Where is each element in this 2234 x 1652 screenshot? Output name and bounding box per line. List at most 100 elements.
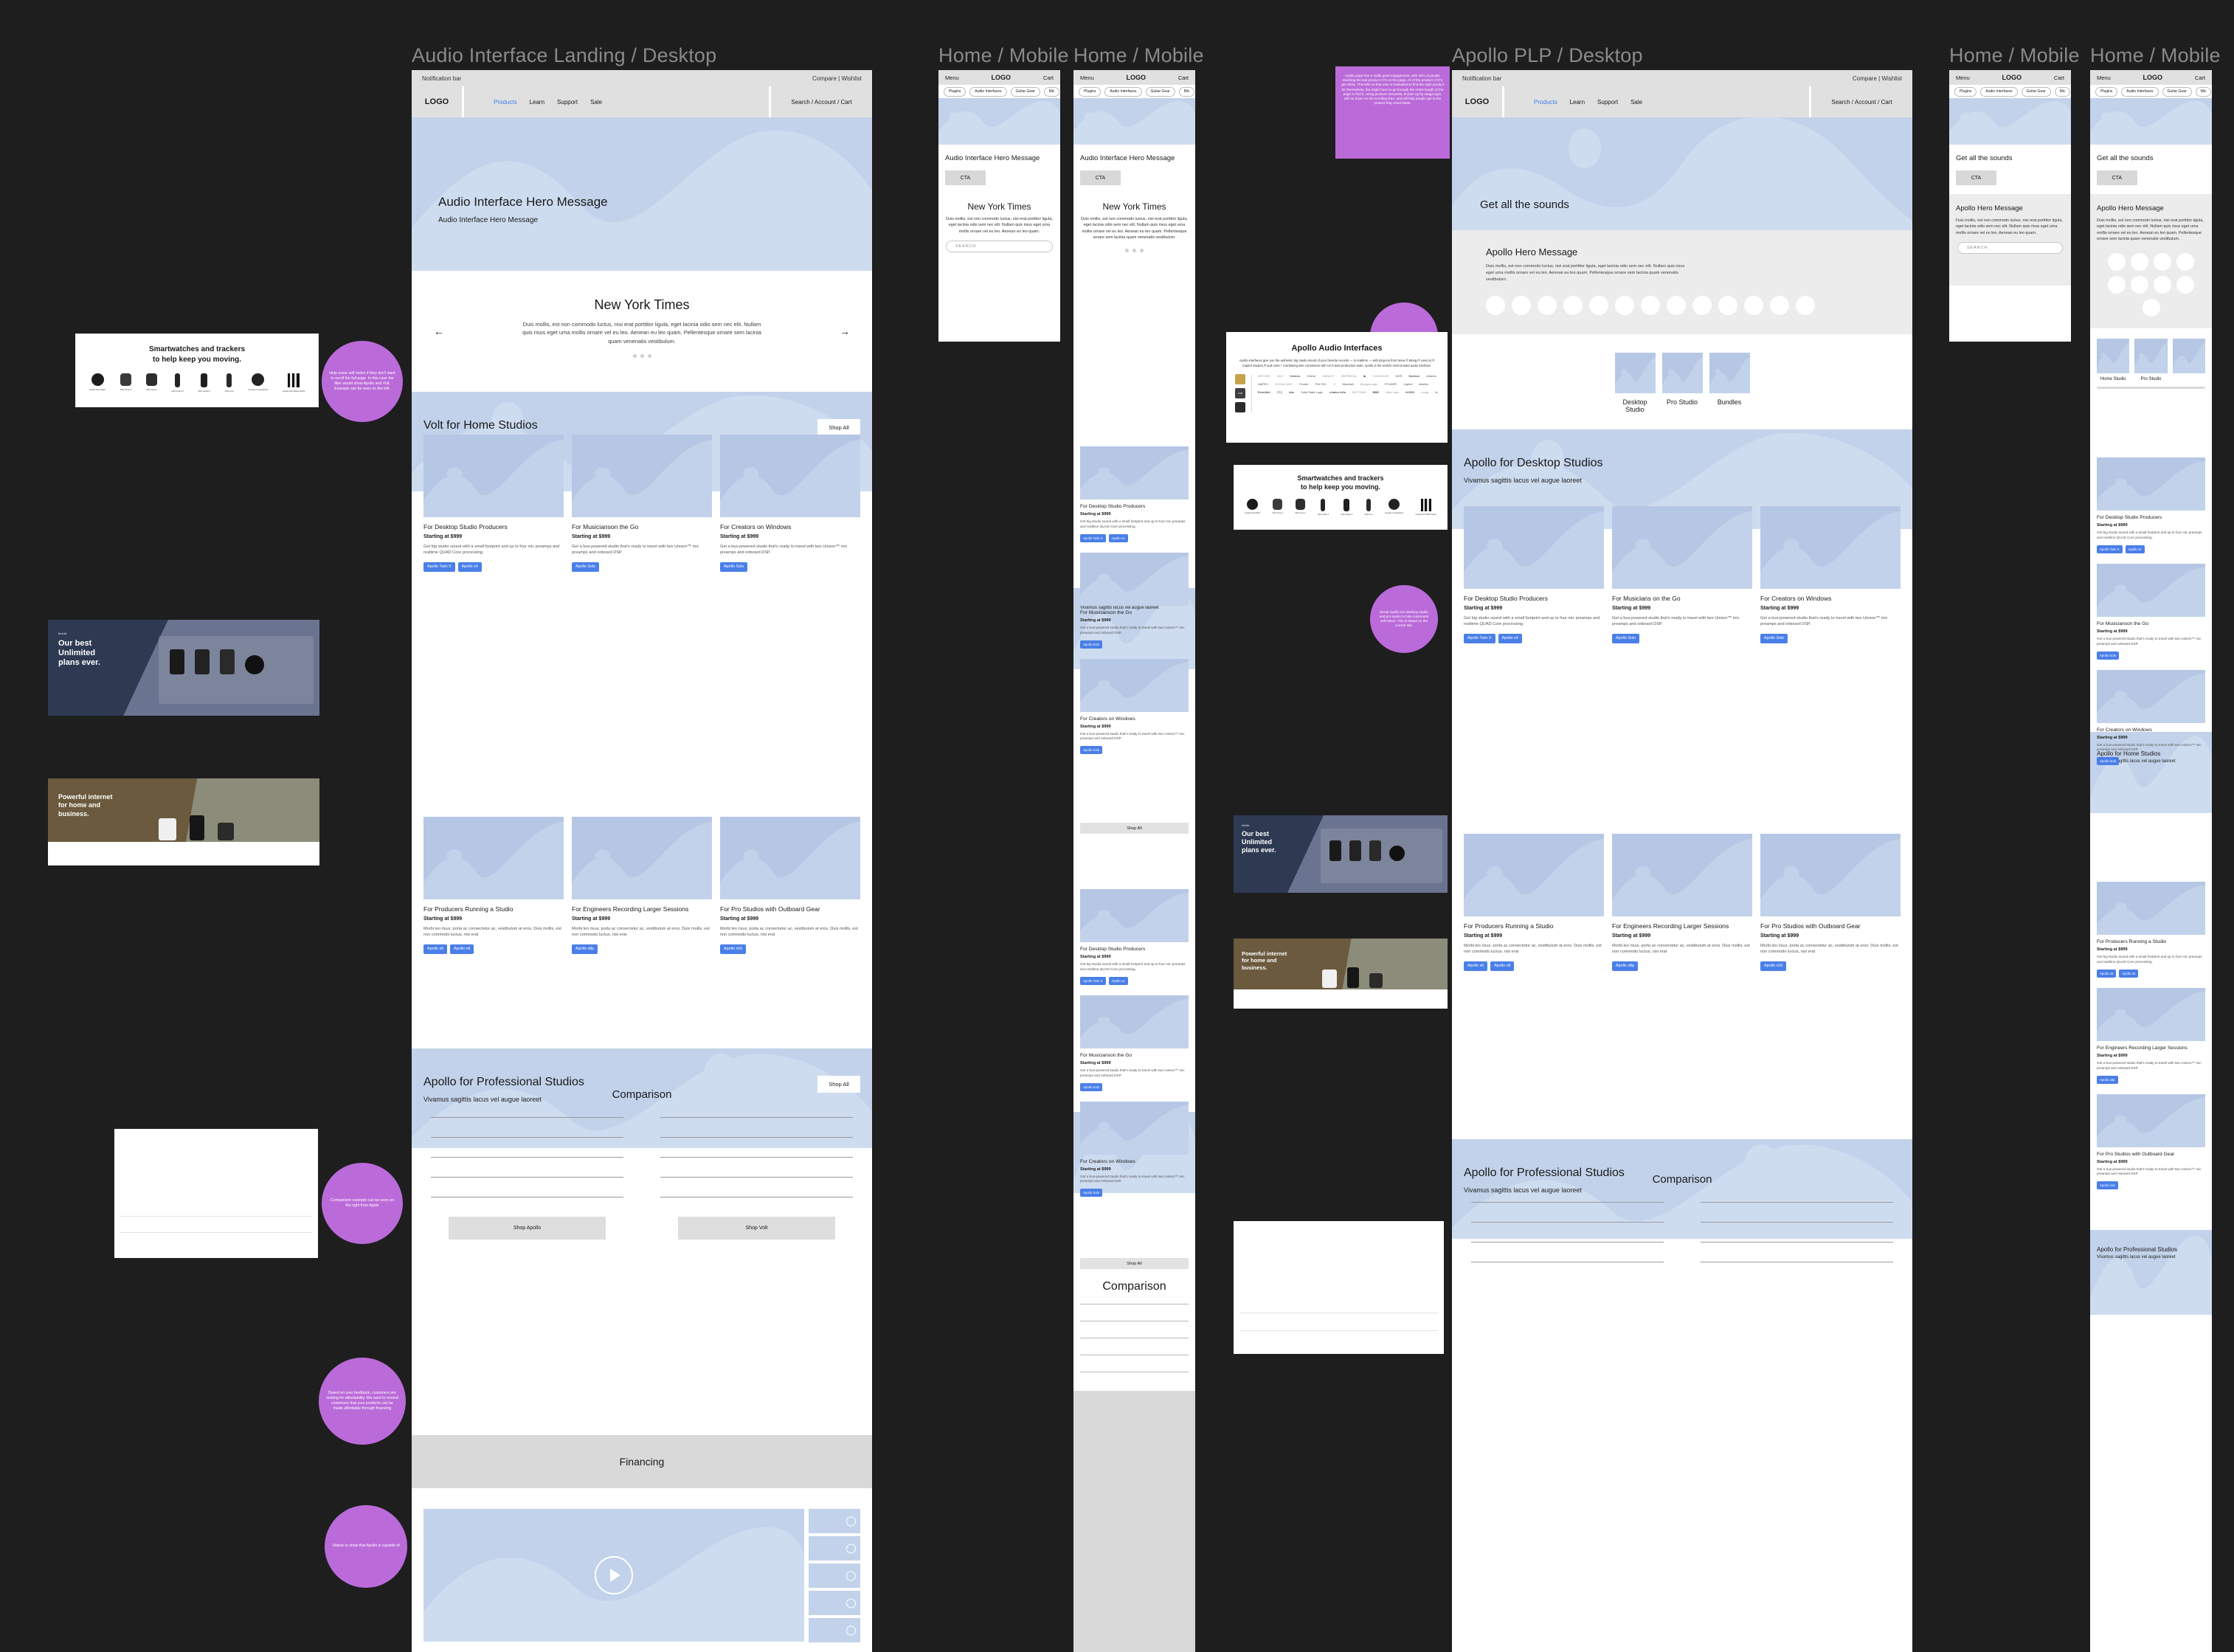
product-card[interactable]: For Creators on Windows Starting at $999 G… [720,435,860,572]
menu-button[interactable]: Menu [1080,75,1094,81]
tile-home-studio[interactable]: Home Studio [2097,338,2130,381]
product-card[interactable]: For Desktop Studio Producers Starting at … [1080,446,1189,542]
product-card[interactable]: For Desktop Studio Producers Starting at … [1080,889,1189,985]
nav-item-products[interactable]: Products [1534,99,1557,106]
product-card[interactable]: For Musicianson the Go Starting at $999 Ge… [1080,995,1189,1091]
product-card[interactable]: For Producers Running a Studio Starting a… [423,817,564,954]
nav-item-products[interactable]: Products [494,99,517,106]
product-pill-button[interactable]: Apollo Solo [1760,633,1788,643]
cart-button[interactable]: Cart [2054,75,2064,81]
nav-item-support[interactable]: Support [557,99,578,106]
logo[interactable]: LOGO [1127,74,1147,81]
category-chips[interactable]: Plugins Audio Interfaces Guitar Gear Mic [938,85,1060,98]
chip-mic[interactable]: Mic [2054,86,2071,97]
product-card[interactable]: For Desktop Studio Producers Starting at … [423,435,564,572]
chip-audio-interfaces[interactable]: Audio Interfaces [2121,86,2159,97]
product-pill-button[interactable]: Apollo x4 [1498,633,1522,643]
category-chips[interactable]: Plugins Audio Interfaces Guitar Gear Mic [2090,85,2212,98]
chip-guitar-gear[interactable]: Guitar Gear [2021,86,2051,97]
nav-item-support[interactable]: Support [1597,99,1618,106]
video-playlist[interactable] [809,1509,860,1645]
product-pill-button[interactable]: Apollo Solo [1080,746,1103,755]
product-card[interactable]: For Musicians on the Go Starting at $999 G… [1612,506,1752,643]
product-pill-button[interactable]: Apollo x4 [1108,976,1128,985]
cart-button[interactable]: Cart [2195,75,2205,81]
search-input[interactable]: SEARCH [946,241,1053,253]
video-thumbnail[interactable] [809,1563,860,1588]
product-pill-button[interactable]: Apollo x6 [1464,961,1488,971]
product-pill-button[interactable]: Apollo x16 [1760,961,1787,971]
compare-wishlist[interactable]: Compare | Wishlist [812,75,862,82]
product-pill-button[interactable]: Apollo Solo [2097,651,2120,660]
logo[interactable]: LOGO [2143,74,2163,81]
video-thumbnail[interactable] [809,1618,860,1642]
product-pill-button[interactable]: Apollo x4 [457,561,482,572]
product-pill-button[interactable]: Apollo x16 [2097,1181,2118,1190]
search-input[interactable]: SEARCH [1957,242,2063,255]
product-card[interactable]: For Creators on Windows Starting at $999 G… [2097,669,2205,766]
product-pill-button[interactable]: Apollo x4 [2125,545,2145,553]
product-pill-button[interactable]: Apollo x6 [423,944,448,954]
mobile-apollo-shop-all[interactable]: Shop All [1080,1258,1189,1269]
chip-plugins[interactable]: Plugins [2095,86,2118,97]
product-pill-button[interactable]: Apollo Solo [1080,1082,1103,1091]
mobile-cta-button[interactable]: CTA [945,170,986,185]
product-card[interactable]: For Engineers Recording Larger Sessions S… [1612,834,1752,971]
chip-guitar-gear[interactable]: Guitar Gear [2162,86,2192,97]
chip-plugins[interactable]: Plugins [1079,86,1102,97]
product-pill-button[interactable]: Apollo Solo [1080,1189,1103,1197]
product-pill-button[interactable]: Apollo x4 [1108,533,1128,542]
carousel-prev-arrow-icon[interactable]: ← [434,325,444,337]
logo[interactable]: LOGO [1452,86,1502,117]
product-pill-button[interactable]: Apollo x8p [1612,961,1639,971]
product-card[interactable]: For Creators on Windows Starting at $999 G… [1080,1101,1189,1197]
product-card[interactable]: For Musicianson the Go Starting at $999 Ge… [572,435,712,572]
product-card[interactable]: For Creators on Windows Starting at $999 G… [1080,658,1189,755]
shop-apollo-button[interactable]: Shop Apollo [449,1217,606,1240]
carousel-dots[interactable] [412,354,872,359]
mobile-cta-button[interactable]: CTA [1080,170,1121,185]
product-card[interactable]: For Desktop Studio Producers Starting at … [2097,457,2205,553]
product-card[interactable]: For Producers Running a Studio Starting a… [2097,882,2205,978]
product-card[interactable]: For Musicianson the Go Starting at $999 Ge… [1080,552,1189,649]
tile-pro-studio[interactable]: Pro Studio [2134,338,2168,381]
product-card[interactable]: For Pro Studios with Outboard Gear Starti… [1760,834,1901,971]
product-pill-button[interactable]: Apollo x8 [1490,961,1515,971]
product-pill-button[interactable]: Apollo x16 [720,944,747,954]
mobile-volt-shop-all[interactable]: Shop All [1080,823,1189,834]
chip-mic[interactable]: Mic [1178,86,1195,97]
product-pill-button[interactable]: Apollo Twin X [1080,976,1106,985]
video-thumbnail[interactable] [809,1509,860,1533]
product-pill-button[interactable]: Apollo Twin X [1080,533,1106,542]
mobile-cta-button[interactable]: CTA [1956,170,1996,185]
chip-guitar-gear[interactable]: Guitar Gear [1010,86,1040,97]
tile-desktop-studio[interactable]: Desktop Studio [1614,352,1656,413]
video-thumbnail[interactable] [809,1536,860,1561]
chip-audio-interfaces[interactable]: Audio Interfaces [1980,86,2018,97]
chip-mic[interactable]: Mic [1043,86,1060,97]
cart-button[interactable]: Cart [1178,75,1189,81]
product-pill-button[interactable]: Apollo x8 [450,944,474,954]
nav-item-sale[interactable]: Sale [590,99,602,106]
product-pill-button[interactable]: Apollo x8p [2097,1075,2118,1084]
nav-item-learn[interactable]: Learn [1570,99,1585,106]
cart-button[interactable]: Cart [1043,75,1054,81]
compare-wishlist[interactable]: Compare | Wishlist [1853,75,1902,82]
category-chips[interactable]: Plugins Audio Interfaces Guitar Gear Mic [1949,85,2071,98]
shop-volt-button[interactable]: Shop Volt [678,1217,835,1240]
product-card[interactable]: For Pro Studios with Outboard Gear Starti… [720,817,860,954]
category-chips[interactable]: Plugins Audio Interfaces Guitar Gear Mic [1073,85,1195,98]
product-card[interactable]: For Engineers Recording Larger Sessions S… [572,817,712,954]
chip-audio-interfaces[interactable]: Audio Interfaces [1104,86,1142,97]
product-pill-button[interactable]: Apollo Solo [1080,640,1103,649]
carousel-next-arrow-icon[interactable]: → [840,325,850,337]
mobile-cta-button[interactable]: CTA [2097,170,2137,185]
chip-mic[interactable]: Mic [2195,86,2212,97]
product-pill-button[interactable]: Apollo x8 [2119,969,2139,978]
nav-utility[interactable]: Search / Account / Cart [771,86,872,117]
product-card[interactable]: For Musicianson the Go Starting at $999 Ge… [2097,563,2205,660]
tile-bundles[interactable] [2172,338,2205,381]
video-thumbnail[interactable] [809,1591,860,1615]
menu-button[interactable]: Menu [945,75,959,81]
chip-plugins[interactable]: Plugins [944,86,966,97]
